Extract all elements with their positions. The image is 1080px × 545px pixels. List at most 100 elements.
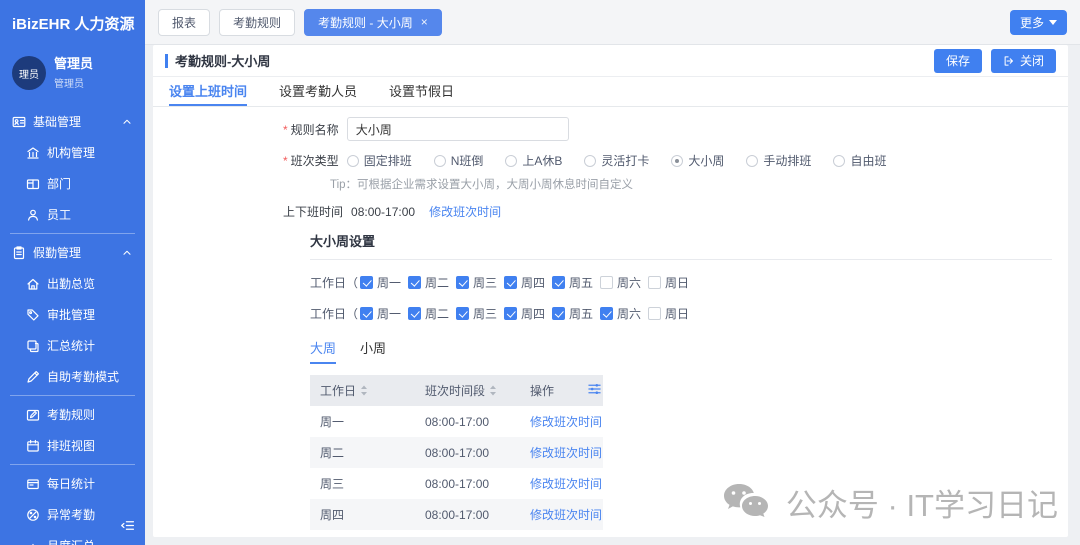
sidebar-collapse-icon[interactable] xyxy=(120,518,135,538)
menu-divider xyxy=(10,395,135,396)
checkbox-周四[interactable]: 周四 xyxy=(504,274,552,291)
modify-shift-time-link[interactable]: 修改班次时间 xyxy=(530,415,602,429)
checkbox-周四[interactable]: 周四 xyxy=(504,305,552,322)
checkbox-周三[interactable]: 周三 xyxy=(456,305,504,322)
filter-icon[interactable] xyxy=(588,383,601,395)
table-row: 周一08:00-17:00修改班次时间 xyxy=(310,406,603,437)
app-window: iBizEHR 人力资源 理员 管理员 管理员 基础管理机构管理部门员工假勤管理… xyxy=(0,0,1080,545)
radio-dot-icon xyxy=(833,155,845,167)
tab-设置考勤人员[interactable]: 设置考勤人员 xyxy=(279,77,357,106)
checkbox-label: 周二 xyxy=(425,274,449,291)
close-button[interactable]: 关闭 xyxy=(991,49,1056,73)
radio-自由班[interactable]: 自由班 xyxy=(833,152,886,169)
sidebar-item-每日统计[interactable]: 每日统计 xyxy=(0,468,145,499)
sidebar-group-基础管理[interactable]: 基础管理 xyxy=(0,106,145,137)
sidebar-item-label: 汇总统计 xyxy=(47,337,95,354)
checkbox-label: 周六 xyxy=(617,305,641,322)
modify-shift-time-link[interactable]: 修改班次时间 xyxy=(530,477,602,491)
window-tab-考勤规则[interactable]: 考勤规则 xyxy=(219,9,295,36)
page-title: 考勤规则-大小周 xyxy=(175,51,270,70)
sidebar-item-排班视图[interactable]: 排班视图 xyxy=(0,430,145,461)
user-role: 管理员 xyxy=(54,75,93,90)
radio-灵活打卡[interactable]: 灵活打卡 xyxy=(584,152,649,169)
sidebar-item-员工[interactable]: 员工 xyxy=(0,199,145,230)
checkbox-周三[interactable]: 周三 xyxy=(456,274,504,291)
more-button-label: 更多 xyxy=(1020,14,1044,31)
chevron-up-icon xyxy=(121,116,133,128)
sidebar-item-label: 机构管理 xyxy=(47,144,95,161)
cell-workday: 周二 xyxy=(310,437,415,468)
window-tab-考勤规则 - 大小周[interactable]: 考勤规则 - 大小周× xyxy=(304,9,442,36)
week-subtabs: 大周小周 xyxy=(310,338,1052,364)
checkbox-icon xyxy=(360,307,373,320)
modify-shift-time-link[interactable]: 修改班次时间 xyxy=(429,203,501,220)
sidebar-item-label: 月度汇总 xyxy=(47,537,95,545)
radio-手动排班[interactable]: 手动排班 xyxy=(746,152,811,169)
radio-dot-icon xyxy=(671,155,683,167)
checkbox-周日[interactable]: 周日 xyxy=(648,305,696,322)
checkbox-label: 周四 xyxy=(521,305,545,322)
cell-empty xyxy=(578,530,603,537)
sidebar-item-label: 自助考勤模式 xyxy=(47,368,119,385)
menu-divider xyxy=(10,464,135,465)
modify-shift-time-link[interactable]: 修改班次时间 xyxy=(530,446,602,460)
radio-大小周[interactable]: 大小周 xyxy=(671,152,724,169)
checkbox-icon xyxy=(648,276,661,289)
sidebar-item-label: 出勤总览 xyxy=(47,275,95,292)
copy-icon xyxy=(26,339,40,353)
modify-shift-time-link[interactable]: 修改班次时间 xyxy=(530,508,602,522)
sidebar-item-汇总统计[interactable]: 汇总统计 xyxy=(0,330,145,361)
week-row-label: 工作日（... xyxy=(310,305,358,322)
radio-label: 上A休B xyxy=(522,152,562,169)
subtab-大周[interactable]: 大周 xyxy=(310,338,336,364)
radio-固定排班[interactable]: 固定排班 xyxy=(347,152,412,169)
bar-chart-icon xyxy=(26,539,40,545)
tag-icon xyxy=(26,308,40,322)
page-title-wrap: 考勤规则-大小周 xyxy=(165,51,270,70)
checkbox-周一[interactable]: 周一 xyxy=(360,305,408,322)
sidebar-item-自助考勤模式[interactable]: 自助考勤模式 xyxy=(0,361,145,392)
checkbox-周五[interactable]: 周五 xyxy=(552,274,600,291)
window-tab-报表[interactable]: 报表 xyxy=(158,9,210,36)
checkbox-周五[interactable]: 周五 xyxy=(552,305,600,322)
rule-name-input[interactable] xyxy=(347,117,569,141)
subtab-小周[interactable]: 小周 xyxy=(360,338,386,364)
tab-设置上班时间[interactable]: 设置上班时间 xyxy=(169,77,247,106)
sidebar-item-label: 员工 xyxy=(47,206,71,223)
column-header-班次时间段[interactable]: 班次时间段 xyxy=(415,375,520,406)
tab-设置节假日[interactable]: 设置节假日 xyxy=(389,77,454,106)
more-button[interactable]: 更多 xyxy=(1010,10,1067,35)
tab-close-icon[interactable]: × xyxy=(421,15,428,29)
user-profile[interactable]: 理员 管理员 管理员 xyxy=(0,40,145,98)
panel-header: 考勤规则-大小周 保存 关闭 xyxy=(153,45,1068,77)
sort-icon[interactable] xyxy=(489,385,497,396)
shift-table: 工作日班次时间段操作 周一08:00-17:00修改班次时间周二08:00-17… xyxy=(310,375,603,537)
sort-icon[interactable] xyxy=(360,385,368,396)
checkbox-周一[interactable]: 周一 xyxy=(360,274,408,291)
checkbox-icon xyxy=(360,276,373,289)
sidebar-group-假勤管理[interactable]: 假勤管理 xyxy=(0,237,145,268)
sidebar-item-审批管理[interactable]: 审批管理 xyxy=(0,299,145,330)
sidebar-item-部门[interactable]: 部门 xyxy=(0,168,145,199)
checkbox-周二[interactable]: 周二 xyxy=(408,305,456,322)
checkbox-周日[interactable]: 周日 xyxy=(648,274,696,291)
checkbox-周二[interactable]: 周二 xyxy=(408,274,456,291)
sidebar-item-出勤总览[interactable]: 出勤总览 xyxy=(0,268,145,299)
radio-N班倒[interactable]: N班倒 xyxy=(434,152,484,169)
sidebar-item-机构管理[interactable]: 机构管理 xyxy=(0,137,145,168)
cell-shift-time: 08:00-17:00 xyxy=(415,468,520,499)
cell-workday: 周四 xyxy=(310,499,415,530)
table-settings-header[interactable] xyxy=(578,375,603,406)
checkbox-周六[interactable]: 周六 xyxy=(600,274,648,291)
form-body: *规则名称 *班次类型 固定排班N班倒上A休B灵活打卡大小周手动排班自由班 Ti… xyxy=(153,107,1068,537)
table-row: 周二08:00-17:00修改班次时间 xyxy=(310,437,603,468)
table-row: 周三08:00-17:00修改班次时间 xyxy=(310,468,603,499)
radio-label: 手动排班 xyxy=(763,152,811,169)
chevron-up-icon xyxy=(121,247,133,259)
column-header-工作日[interactable]: 工作日 xyxy=(310,375,415,406)
save-button[interactable]: 保存 xyxy=(934,49,982,73)
radio-上A休B[interactable]: 上A休B xyxy=(505,152,562,169)
sidebar-item-考勤规则[interactable]: 考勤规则 xyxy=(0,399,145,430)
user-name: 管理员 xyxy=(54,56,93,72)
checkbox-周六[interactable]: 周六 xyxy=(600,305,648,322)
